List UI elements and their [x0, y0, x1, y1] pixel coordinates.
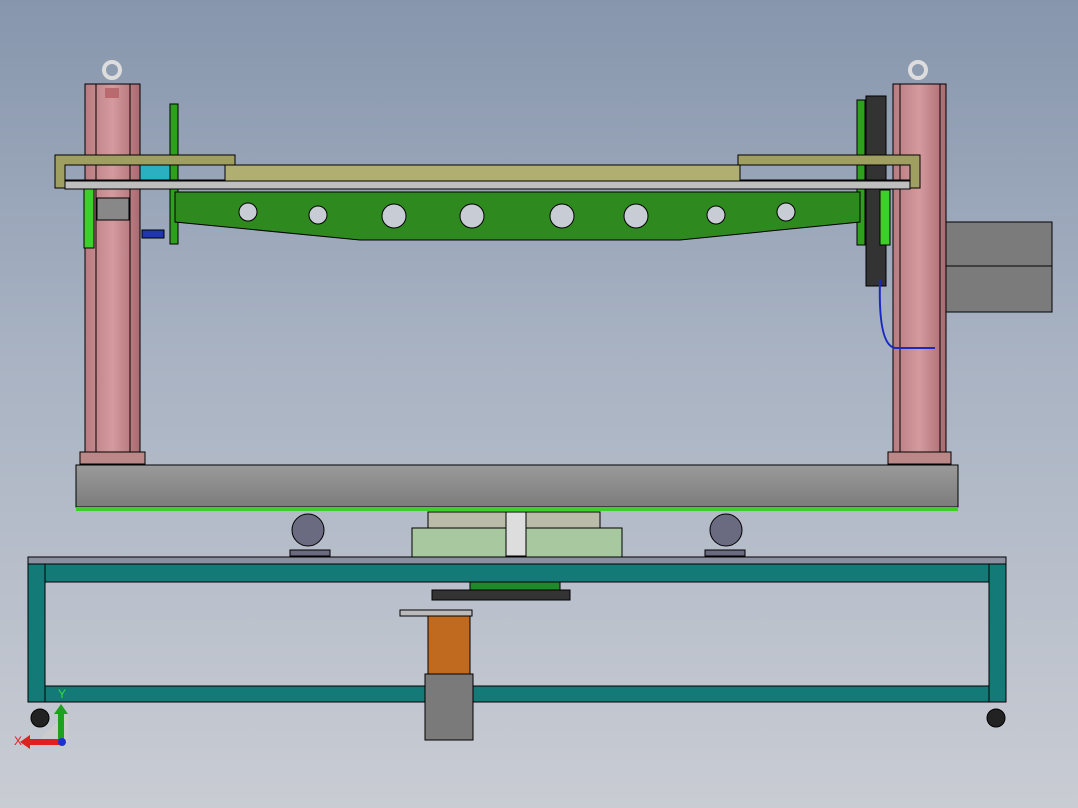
right-column: [865, 60, 1053, 465]
x-axis-label: X: [14, 734, 22, 748]
y-axis-label: Y: [58, 687, 66, 701]
turntable: [411, 511, 623, 559]
table-frame: [27, 556, 1007, 703]
cad-viewport[interactable]: Y X: [0, 0, 1078, 808]
table-casters: [30, 708, 1006, 728]
x-axis-arrow: [28, 739, 60, 745]
drive-motor-box: [945, 221, 1053, 313]
lifting-eye-left: [102, 60, 122, 80]
turntable-drive: [399, 581, 571, 741]
cross-beam: [54, 154, 921, 190]
left-column: [79, 60, 146, 465]
base-platform: [75, 464, 959, 511]
lifting-eye-right: [908, 60, 928, 80]
